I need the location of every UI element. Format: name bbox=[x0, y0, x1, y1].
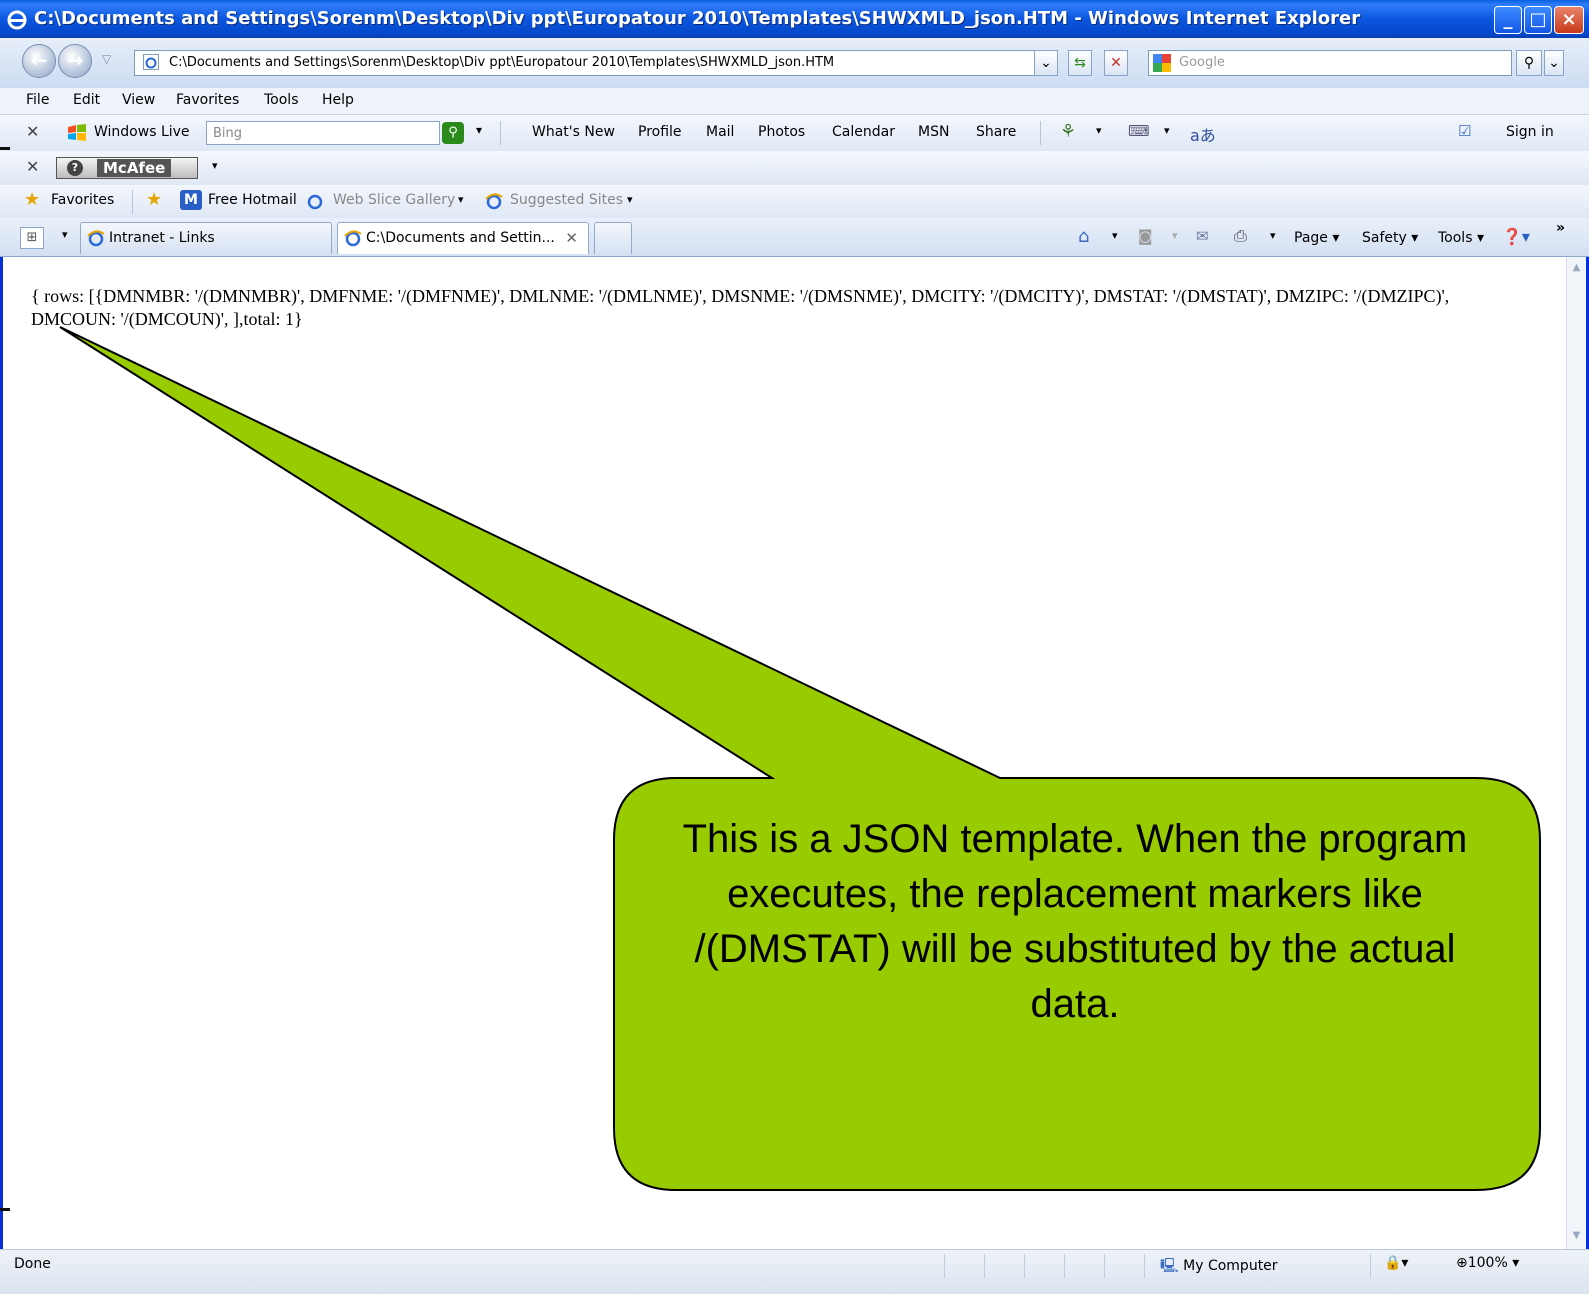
security-zone[interactable]: 🖳 My Computer bbox=[1160, 1255, 1278, 1279]
slide-edge-mark bbox=[0, 1208, 10, 1211]
status-cell bbox=[1370, 1254, 1371, 1278]
status-cell bbox=[984, 1254, 985, 1278]
zoom-control[interactable]: ⊕100% ▾ bbox=[1456, 1255, 1519, 1271]
status-cell bbox=[1104, 1254, 1105, 1278]
status-bar: Done 🖳 My Computer 🔒▾ ⊕100% ▾ bbox=[0, 1249, 1589, 1294]
status-text: Done bbox=[14, 1256, 51, 1272]
zone-label: My Computer bbox=[1183, 1258, 1278, 1274]
status-cell bbox=[1024, 1254, 1025, 1278]
callout-text: This is a JSON template. When the progra… bbox=[682, 817, 1468, 1026]
slide-edge-mark bbox=[0, 147, 10, 150]
status-cell bbox=[944, 1254, 945, 1278]
zoom-icon: ⊕ bbox=[1456, 1255, 1468, 1271]
protected-mode-icon[interactable]: 🔒▾ bbox=[1384, 1255, 1408, 1271]
callout-shape bbox=[59, 326, 1541, 1191]
status-cell bbox=[1144, 1254, 1145, 1278]
zoom-level: 100% bbox=[1467, 1255, 1508, 1271]
status-cell bbox=[1064, 1254, 1065, 1278]
callout-bubble bbox=[59, 326, 1541, 1191]
computer-icon: 🖳 bbox=[1160, 1258, 1179, 1274]
